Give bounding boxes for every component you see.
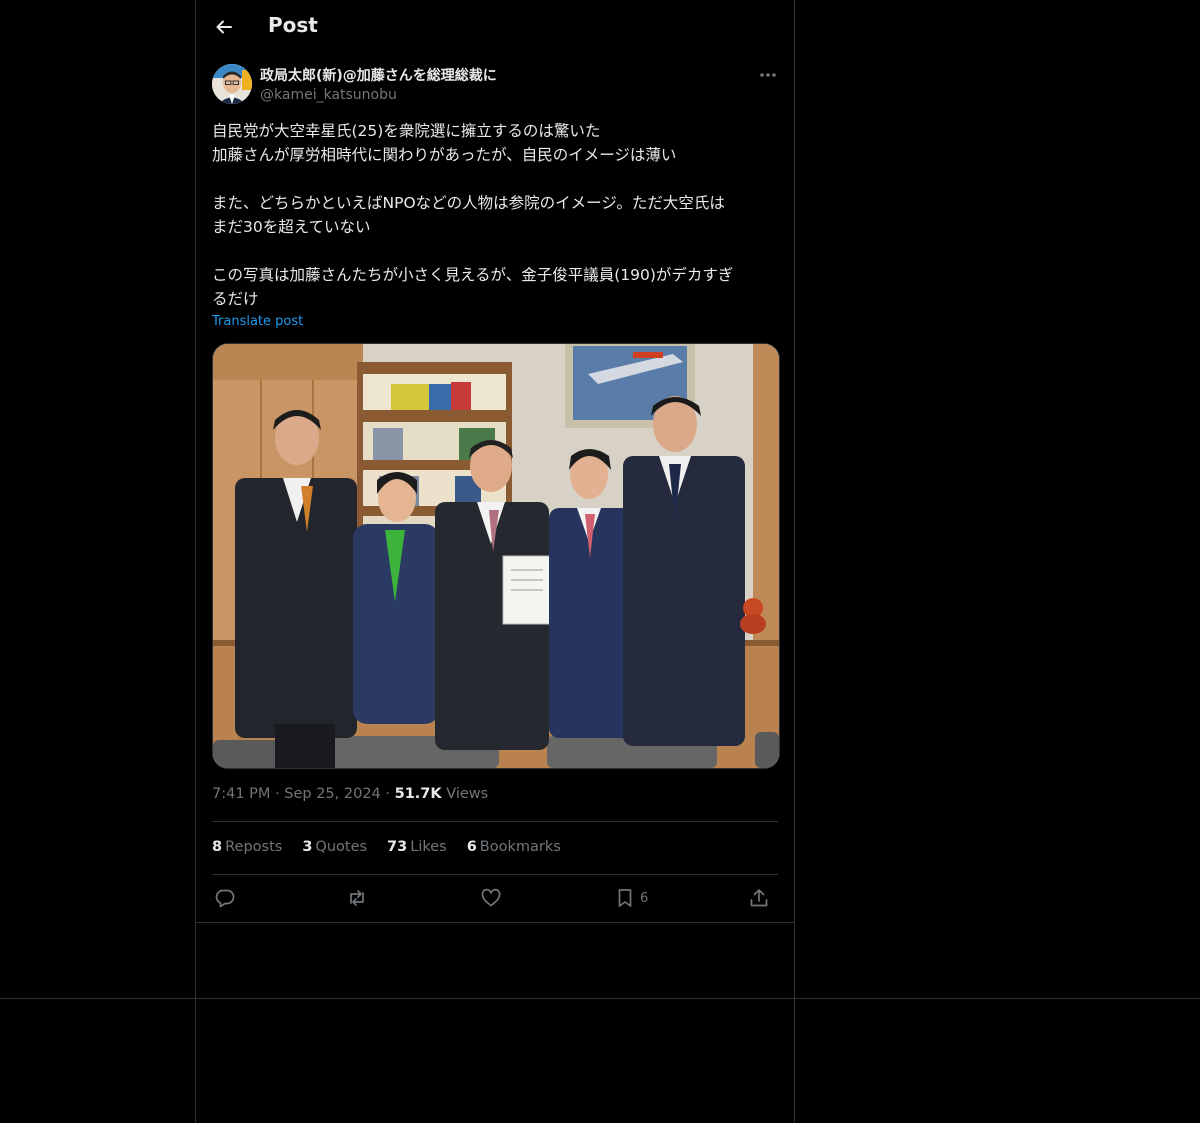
more-horizontal-icon xyxy=(760,73,776,77)
reply-icon xyxy=(215,889,235,908)
like-button[interactable] xyxy=(480,882,502,914)
reposts-count: 8 xyxy=(212,839,223,855)
bookmark-button[interactable]: 6 xyxy=(614,882,648,914)
meta-separator: · xyxy=(275,786,280,802)
post-photo[interactable] xyxy=(212,343,780,769)
bookmark-icon xyxy=(618,889,632,907)
post-time[interactable]: 7:41 PM xyxy=(212,786,270,802)
post-column: Post 政局太郎(新)@加藤さんを総理総裁に @kamei_katsunobu… xyxy=(195,0,795,1123)
repost-icon xyxy=(350,890,364,906)
reply-button[interactable] xyxy=(214,882,236,914)
post-text: 自民党が大空幸星氏(25)を衆院選に擁立するのは驚いた 加藤さんが厚労相時代に関… xyxy=(212,122,734,308)
bookmark-count: 6 xyxy=(640,890,649,906)
views-label: Views xyxy=(446,786,489,802)
translate-link[interactable]: Translate post xyxy=(212,314,303,329)
likes-count: 73 xyxy=(387,839,408,855)
bookmarks-stat[interactable]: 6 Bookmarks xyxy=(467,839,561,855)
bookmarks-count: 6 xyxy=(466,839,477,855)
post-date[interactable]: Sep 25, 2024 xyxy=(284,786,381,802)
meta-separator: · xyxy=(385,786,390,802)
reposts-label: Reposts xyxy=(225,839,283,855)
heart-icon xyxy=(481,888,501,907)
quotes-count: 3 xyxy=(302,839,313,855)
arrow-left-icon xyxy=(216,20,232,34)
post-stats: 8 Reposts 3 Quotes 73 Likes 6 Bookmarks xyxy=(212,839,561,855)
page-title: Post xyxy=(268,13,318,37)
quotes-label: Quotes xyxy=(315,839,368,855)
post-bottom-border xyxy=(196,922,794,923)
likes-label: Likes xyxy=(410,839,447,855)
post-header: Post xyxy=(196,0,794,54)
repost-button[interactable] xyxy=(346,882,368,914)
bookmarks-label: Bookmarks xyxy=(479,839,561,855)
post-actions: 6 xyxy=(212,882,778,914)
post-meta: 7:41 PM · Sep 25, 2024 · 51.7K Views xyxy=(212,786,488,802)
quotes-stat[interactable]: 3 Quotes xyxy=(302,839,367,855)
likes-stat[interactable]: 73 Likes xyxy=(387,839,447,855)
more-button[interactable] xyxy=(756,66,780,84)
avatar[interactable] xyxy=(212,64,252,104)
author-name[interactable]: 政局太郎(新)@加藤さんを総理総裁に xyxy=(260,65,497,85)
back-button[interactable] xyxy=(208,11,240,43)
divider xyxy=(212,821,778,822)
reposts-stat[interactable]: 8 Reposts xyxy=(212,839,282,855)
share-icon xyxy=(750,889,768,907)
views-count: 51.7K xyxy=(394,786,442,802)
divider xyxy=(212,874,778,875)
share-button[interactable] xyxy=(748,882,770,914)
author-handle[interactable]: @kamei_katsunobu xyxy=(260,87,397,103)
